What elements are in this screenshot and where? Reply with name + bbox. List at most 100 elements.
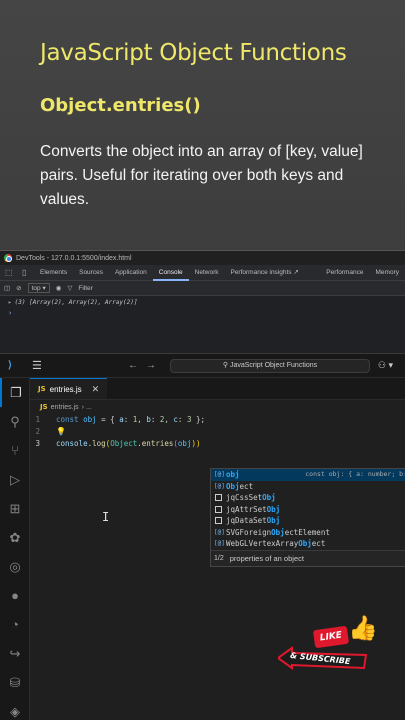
code-token: ,	[164, 415, 174, 424]
tab-memory[interactable]: Memory	[370, 265, 405, 281]
line-number: 2	[35, 427, 40, 436]
js-file-icon: JS	[40, 403, 48, 411]
devtools-window-title: DevTools - 127.0.0.1:5500/index.html	[16, 254, 132, 262]
suggest-item[interactable]: [@] SVGForeign Obj ectElement	[211, 527, 405, 539]
line-number: 1	[35, 415, 40, 424]
timeline-icon[interactable]: ◔	[0, 610, 30, 639]
figma-icon[interactable]: ✿	[0, 523, 30, 552]
breadcrumb-file[interactable]: entries.js	[51, 404, 79, 411]
inspect-icon[interactable]: ⬚	[5, 268, 14, 277]
run-debug-icon[interactable]: ▷	[0, 465, 30, 494]
clear-console-icon[interactable]: ⊘	[16, 284, 21, 292]
tab-network[interactable]: Network	[189, 265, 225, 281]
suggest-item-label: Obj	[262, 493, 276, 502]
editor-tab-entries[interactable]: JS entries.js ✕	[30, 378, 108, 399]
breadcrumb-rest[interactable]: › ...	[82, 404, 92, 411]
suggest-widget[interactable]: [@] obj const obj: { a: number; b: [@] Obj ec…	[210, 468, 405, 567]
code-token: const	[56, 415, 79, 424]
suggest-item[interactable]: [@] Obj ect	[211, 481, 405, 493]
tab-performance-insights[interactable]: Performance insights ↗	[224, 265, 304, 281]
console-toolbar: ◫ ⊘ top ▾ ◉ ▽ Filter	[0, 281, 405, 296]
console-output-line[interactable]: (3) [Array(2), Array(2), Array(2)]	[15, 299, 138, 306]
code-editor[interactable]: 1 const obj = { a: 1, b: 2, c: 3 }; 2 💡 …	[30, 414, 405, 450]
code-line[interactable]: 3 console. log(Object. entries(obj))	[30, 438, 405, 450]
copilot-icon[interactable]: ⚇ ▾	[378, 360, 393, 371]
lightbulb-icon[interactable]: 💡	[56, 426, 66, 438]
suggest-footer: 1/2 properties of an object	[211, 549, 405, 566]
vscode-logo-icon: ⟩	[8, 359, 12, 371]
devtools-titlebar: DevTools - 127.0.0.1:5500/index.html	[0, 250, 405, 265]
code-token: = {	[96, 415, 120, 424]
editor-tabbar: JS entries.js ✕	[30, 378, 405, 400]
devtools-window: DevTools - 127.0.0.1:5500/index.html ⬚ ▯…	[0, 250, 405, 353]
nav-arrows[interactable]: ←→	[128, 360, 164, 371]
sidebar-toggle-icon[interactable]: ◫	[4, 284, 10, 292]
expand-arrow-icon[interactable]: ▸	[8, 299, 12, 306]
suggest-item-label: Obj	[298, 539, 312, 548]
command-center-search[interactable]: ⚲ JavaScript Object Functions	[170, 359, 370, 373]
variable-icon: [@]	[214, 540, 225, 547]
source-control-icon[interactable]: ⑂	[0, 436, 30, 465]
code-line[interactable]: 1 const obj = { a: 1, b: 2, c: 3 };	[30, 414, 405, 426]
suggest-item[interactable]: jqCssSet Obj	[211, 492, 405, 504]
class-icon	[215, 494, 222, 502]
suggest-item[interactable]: [@] obj const obj: { a: number; b:	[211, 469, 405, 481]
device-toggle-icon[interactable]: ▯	[22, 268, 31, 277]
remote-explorer-icon[interactable]: ◎	[0, 552, 30, 581]
code-token: ,	[137, 415, 147, 424]
class-icon	[215, 505, 222, 513]
filter-icon: ▽	[67, 285, 73, 292]
suggest-item-label: ectElement	[284, 527, 330, 537]
line-number: 3	[35, 439, 40, 448]
explorer-icon[interactable]: ❐	[0, 378, 30, 407]
code-token: obj	[83, 415, 97, 424]
suggest-count[interactable]: 1/2	[214, 555, 224, 562]
search-activity-icon[interactable]: ⚲	[0, 407, 30, 436]
suggest-item-label: WebGLVertexArray	[226, 539, 299, 548]
database-icon[interactable]: ⛁	[0, 668, 30, 697]
suggest-item[interactable]: [@] WebGLVertexArray Obj ect	[211, 538, 405, 550]
code-token: log	[92, 439, 106, 448]
code-token: :	[150, 415, 160, 424]
filter-input[interactable]: Filter	[78, 285, 92, 292]
activity-bar: ❐ ⚲ ⑂ ▷ ⊞ ✿ ◎ ● ◔ ↪ ⛁ ◈	[0, 378, 30, 720]
console-prompt[interactable]: ›	[0, 309, 405, 317]
search-text: JavaScript Object Functions	[229, 362, 318, 369]
live-share-icon[interactable]: ↪	[0, 639, 30, 668]
close-icon[interactable]: ✕	[92, 384, 100, 395]
tab-application[interactable]: Application	[109, 265, 153, 281]
suggest-item[interactable]: jqDataSet Obj	[211, 515, 405, 527]
search-icon: ⚲	[222, 362, 230, 369]
code-token: console	[56, 439, 88, 448]
like-subscribe-badge: LIKE 👍 & SUBSCRIBE	[278, 614, 383, 674]
thumbs-up-icon: 👍	[348, 614, 378, 642]
variable-icon: [@]	[214, 528, 225, 536]
suggest-item-label: ect	[311, 539, 326, 548]
tab-elements[interactable]: Elements	[34, 265, 73, 281]
suggest-item-label: jqDataSet	[226, 516, 267, 525]
suggest-item-label: obj	[226, 470, 240, 479]
context-select[interactable]: top ▾	[27, 283, 50, 293]
layers-icon[interactable]: ◈	[0, 697, 30, 720]
code-token: obj	[177, 439, 192, 448]
github-icon[interactable]: ●	[0, 581, 30, 610]
code-token: Object	[110, 439, 138, 448]
tab-performance[interactable]: Performance	[320, 265, 369, 281]
variable-icon: [@]	[214, 471, 225, 478]
tab-console[interactable]: Console	[152, 265, 189, 281]
code-line[interactable]: 2 💡	[30, 426, 405, 438]
slide-header: JavaScript Object Functions Object.entri…	[0, 0, 405, 250]
class-icon	[215, 517, 222, 525]
js-file-icon: JS	[38, 385, 46, 393]
suggest-item-label: Obj	[226, 481, 240, 491]
extensions-icon[interactable]: ⊞	[0, 494, 30, 523]
suggest-item[interactable]: jqAttrSet Obj	[211, 504, 405, 516]
menu-icon[interactable]: ☰	[32, 360, 42, 371]
variable-icon: [@]	[214, 482, 225, 490]
eye-icon[interactable]: ◉	[56, 284, 62, 292]
suggest-item-label: Obj	[266, 504, 281, 514]
mouse-cursor-icon: I	[102, 510, 110, 524]
suggest-hint: properties of an object	[229, 553, 304, 563]
code-token: :	[123, 415, 133, 424]
tab-sources[interactable]: Sources	[73, 265, 109, 281]
